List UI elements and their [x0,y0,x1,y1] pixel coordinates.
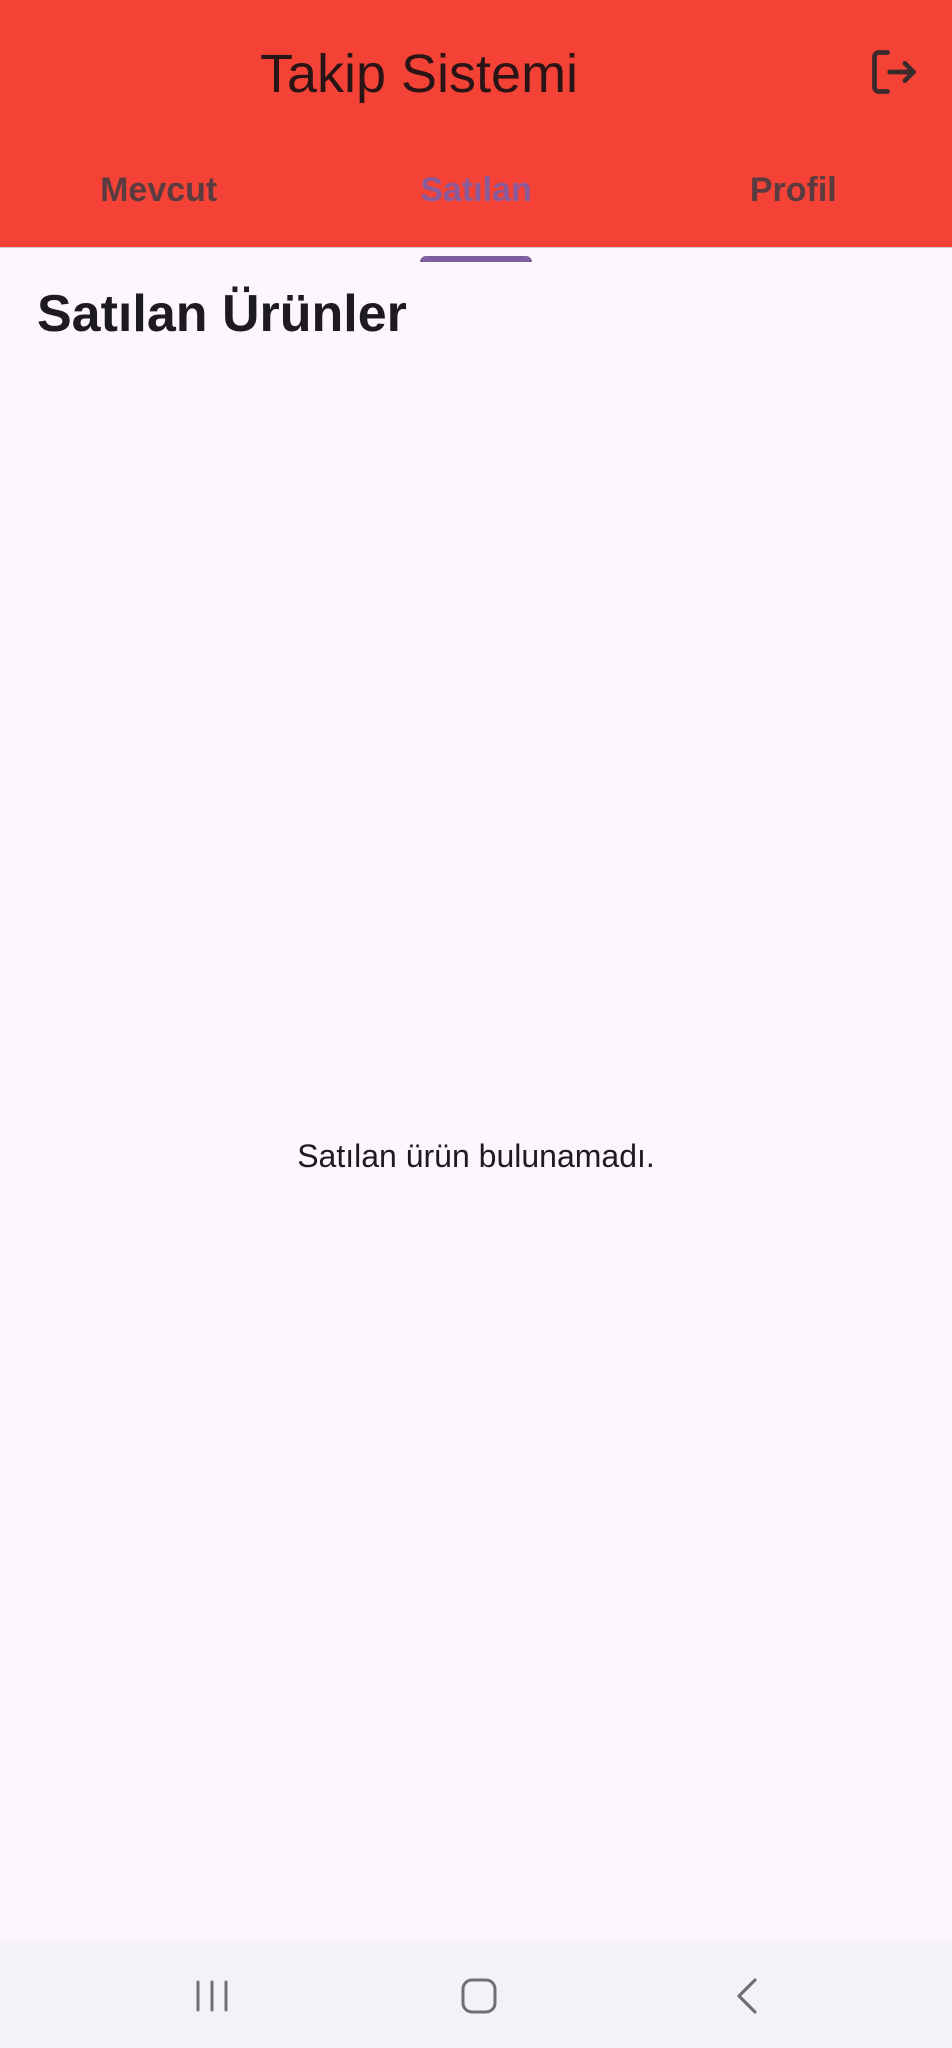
logout-button[interactable] [858,36,930,108]
tab-label: Profil [749,171,837,209]
empty-state-message: Satılan ürün bulunamadı. [297,1138,655,1174]
tab-profil[interactable]: Profil [635,156,952,248]
app-root: Takip Sistemi Mevcut Satılan Profil Satı… [0,0,952,2048]
recents-button[interactable] [176,1960,248,2032]
tab-label: Mevcut [100,171,218,209]
system-nav-bar [0,1940,952,2048]
tab-mevcut[interactable]: Mevcut [0,156,317,248]
back-icon [737,1978,757,2014]
active-tab-indicator [420,256,532,262]
back-button[interactable] [711,1960,783,2032]
recents-icon [196,1980,228,2012]
tab-bar: Mevcut Satılan Profil [0,156,952,262]
app-title: Takip Sistemi [259,44,579,104]
home-button[interactable] [443,1960,515,2032]
tab-satilan[interactable]: Satılan [317,156,634,262]
home-icon [461,1978,497,2014]
app-bar: Takip Sistemi Mevcut Satılan Profil [0,0,952,262]
page-title: Satılan Ürünler [37,285,407,343]
logout-icon [872,50,916,94]
tab-label: Satılan [420,170,532,262]
